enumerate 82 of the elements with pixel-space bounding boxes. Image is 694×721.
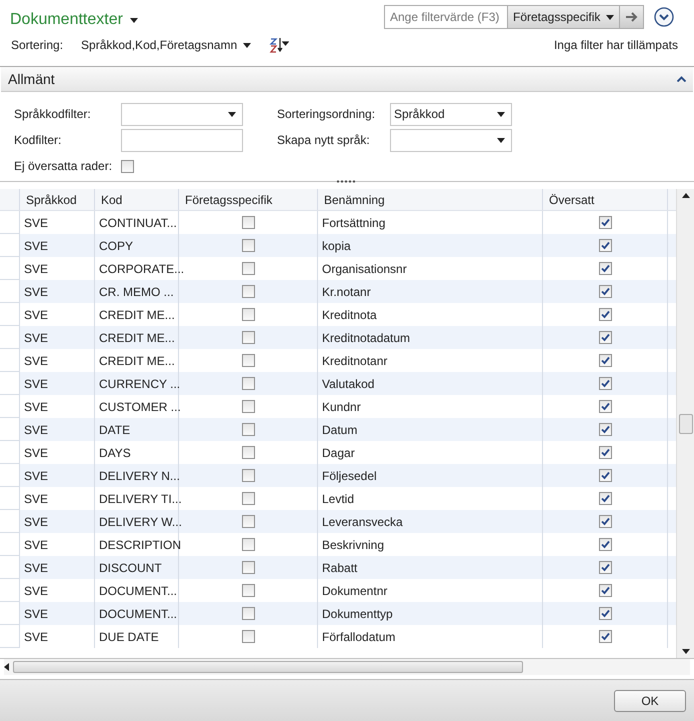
checkbox[interactable] bbox=[598, 331, 612, 344]
vertical-scrollbar[interactable] bbox=[676, 189, 694, 658]
checkbox[interactable] bbox=[242, 423, 254, 436]
column-header[interactable]: Kod bbox=[95, 189, 179, 210]
checkbox[interactable] bbox=[242, 584, 254, 597]
dropdown-arrow-icon bbox=[497, 138, 505, 142]
collapse-caret-icon bbox=[677, 76, 686, 82]
checkbox[interactable] bbox=[242, 561, 254, 574]
ok-button[interactable]: OK bbox=[614, 690, 686, 712]
dropdown-field[interactable]: Språkkod bbox=[390, 102, 512, 126]
field-label: Ej översatta rader: bbox=[14, 158, 114, 175]
dropdown-arrow-icon bbox=[243, 42, 252, 48]
splitter-grip-icon[interactable] bbox=[336, 180, 358, 183]
dropdown-field[interactable] bbox=[390, 128, 512, 152]
checkbox[interactable] bbox=[242, 354, 254, 367]
text-field[interactable] bbox=[121, 128, 243, 152]
checkbox[interactable] bbox=[598, 492, 612, 505]
filter-status: Inga filter har tillämpats bbox=[554, 37, 678, 54]
filter-field-dropdown[interactable]: Företagsspecifik bbox=[507, 6, 619, 28]
checkbox[interactable] bbox=[598, 354, 612, 367]
scroll-thumb[interactable] bbox=[678, 414, 692, 434]
checkbox[interactable] bbox=[242, 308, 254, 321]
expand-circle-icon[interactable] bbox=[654, 7, 674, 27]
checkbox[interactable] bbox=[121, 160, 134, 172]
checkbox[interactable] bbox=[598, 561, 612, 574]
checkbox[interactable] bbox=[242, 331, 254, 344]
table-cell: SVE bbox=[20, 625, 95, 648]
checkbox[interactable] bbox=[242, 400, 254, 413]
scroll-up-icon[interactable] bbox=[682, 193, 690, 198]
scroll-thumb[interactable] bbox=[13, 661, 523, 673]
column-header[interactable]: Översatt bbox=[543, 189, 668, 210]
column-header[interactable]: Företagsspecifik bbox=[179, 189, 318, 210]
dropdown-arrow-icon bbox=[228, 112, 236, 116]
checkbox[interactable] bbox=[598, 446, 612, 459]
checkbox[interactable] bbox=[242, 469, 254, 482]
dropdown-field[interactable] bbox=[121, 102, 243, 126]
checkbox[interactable] bbox=[598, 308, 612, 321]
field-label: Kodfilter: bbox=[14, 132, 62, 149]
checkbox[interactable] bbox=[598, 262, 612, 275]
checkbox[interactable] bbox=[598, 400, 612, 413]
sort-label: Sortering: bbox=[11, 37, 64, 54]
checkbox[interactable] bbox=[242, 377, 254, 390]
checkbox[interactable] bbox=[242, 446, 254, 459]
arrow-right-icon bbox=[624, 11, 638, 23]
section-header[interactable]: Allmänt bbox=[1, 67, 693, 92]
sort-dropdown[interactable]: Språkkod,Kod,Företagsnamn bbox=[81, 36, 252, 54]
checkbox[interactable] bbox=[598, 423, 612, 436]
checkbox[interactable] bbox=[598, 377, 612, 390]
checkbox[interactable] bbox=[598, 630, 612, 643]
checkbox[interactable] bbox=[242, 285, 254, 298]
table-cell: DUE DATE bbox=[95, 625, 179, 648]
dropdown-arrow-icon bbox=[497, 112, 505, 116]
checkbox[interactable] bbox=[242, 630, 254, 643]
scroll-down-icon bbox=[682, 649, 690, 654]
window-title: Dokumenttexter bbox=[10, 10, 123, 30]
checkbox[interactable] bbox=[242, 515, 254, 528]
field-label: Språkkodfilter: bbox=[14, 106, 92, 123]
field-label: Skapa nytt språk: bbox=[277, 132, 371, 149]
field-label: Sorteringsordning: bbox=[277, 106, 376, 123]
checkbox[interactable] bbox=[598, 285, 612, 298]
scroll-left-icon[interactable] bbox=[4, 663, 9, 671]
checkbox[interactable] bbox=[598, 216, 612, 229]
table-cell: Förfallodatum bbox=[318, 625, 543, 648]
checkbox[interactable] bbox=[598, 607, 612, 620]
checkbox[interactable] bbox=[598, 469, 612, 482]
checkbox[interactable] bbox=[598, 239, 612, 252]
checkbox[interactable] bbox=[242, 607, 254, 620]
column-header[interactable]: Språkkod bbox=[20, 189, 95, 210]
checkbox[interactable] bbox=[598, 538, 612, 551]
checkbox[interactable] bbox=[598, 584, 612, 597]
dropdown-arrow-icon bbox=[606, 14, 614, 20]
checkbox[interactable] bbox=[242, 538, 254, 551]
checkbox[interactable] bbox=[242, 216, 254, 229]
checkbox[interactable] bbox=[242, 262, 254, 275]
checkbox[interactable] bbox=[242, 492, 254, 505]
title-menu-caret-icon bbox=[130, 18, 138, 22]
checkbox[interactable] bbox=[242, 239, 254, 252]
sort-order-icon[interactable] bbox=[269, 37, 290, 53]
checkbox[interactable] bbox=[598, 515, 612, 528]
column-header[interactable]: Benämning bbox=[318, 189, 543, 210]
apply-filter-button[interactable] bbox=[619, 6, 643, 28]
horizontal-scrollbar[interactable] bbox=[4, 659, 690, 675]
